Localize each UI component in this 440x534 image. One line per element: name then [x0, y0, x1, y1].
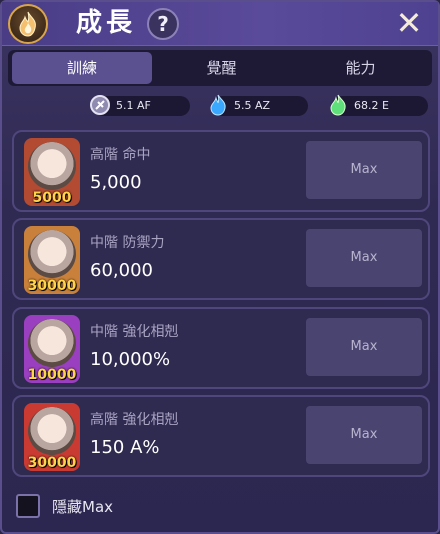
- upgrade-value: 10,000%: [90, 349, 171, 370]
- tab-ability[interactable]: 能力: [291, 52, 430, 84]
- blue-flame-icon: [206, 92, 230, 118]
- growth-flame-icon: [8, 4, 48, 44]
- character-portrait: 30000: [24, 403, 80, 471]
- max-button[interactable]: Max: [306, 229, 422, 287]
- upgrade-name: 高階 命中: [90, 147, 151, 163]
- upgrade-cost: 30000: [27, 278, 77, 294]
- page-title: 成長: [76, 8, 137, 38]
- upgrade-cost: 30000: [27, 455, 77, 471]
- upgrade-value: 60,000: [90, 260, 153, 281]
- upgrade-card-mid-defense: 30000 中階 防禦力 60,000 Max: [12, 218, 430, 300]
- character-face-icon: [28, 230, 76, 278]
- currency-green-flame: 68.2 E: [330, 94, 428, 116]
- growth-panel: 成長 ? ✕ 訓練 覺醒 能力 5.1 AF 5.5 AZ 68.2 E 500…: [0, 0, 440, 534]
- tab-awakening[interactable]: 覺醒: [152, 52, 291, 84]
- tab-bar: 訓練 覺醒 能力: [8, 50, 432, 86]
- max-button[interactable]: Max: [306, 318, 422, 376]
- upgrade-cost: 10000: [27, 367, 77, 383]
- upgrade-name: 高階 強化相剋: [90, 412, 179, 428]
- upgrade-value: 150 A%: [90, 437, 160, 458]
- character-portrait: 30000: [24, 226, 80, 294]
- currency-blue-flame: 5.5 AZ: [210, 94, 308, 116]
- upgrade-name: 中階 強化相剋: [90, 324, 179, 340]
- max-button[interactable]: Max: [306, 141, 422, 199]
- upgrade-cost: 5000: [32, 190, 72, 206]
- max-button[interactable]: Max: [306, 406, 422, 464]
- green-flame-icon: [326, 92, 350, 118]
- upgrade-card-high-enhance: 30000 高階 強化相剋 150 A% Max: [12, 395, 430, 477]
- hide-max-checkbox[interactable]: [16, 494, 40, 518]
- upgrade-name: 中階 防禦力: [90, 235, 165, 251]
- character-portrait: 5000: [24, 138, 80, 206]
- character-face-icon: [28, 407, 76, 455]
- upgrade-value: 5,000: [90, 172, 142, 193]
- upgrade-card-mid-enhance: 10000 中階 強化相剋 10,000% Max: [12, 307, 430, 389]
- currency-blue-flame-value: 5.5 AZ: [234, 99, 271, 112]
- upgrade-card-high-accuracy: 5000 高階 命中 5,000 Max: [12, 130, 430, 212]
- hide-max-label: 隱藏Max: [52, 498, 114, 516]
- character-portrait: 10000: [24, 315, 80, 383]
- character-face-icon: [28, 142, 76, 190]
- character-face-icon: [28, 319, 76, 367]
- currency-row: 5.1 AF 5.5 AZ 68.2 E: [2, 94, 438, 118]
- footer-bar: 隱藏Max: [2, 486, 438, 532]
- gear-coin-icon: [88, 92, 112, 118]
- close-button[interactable]: ✕: [392, 6, 426, 40]
- currency-green-flame-value: 68.2 E: [354, 99, 389, 112]
- tab-training[interactable]: 訓練: [12, 52, 152, 84]
- currency-gear-value: 5.1 AF: [116, 99, 151, 112]
- panel-header: 成長 ? ✕: [2, 2, 438, 46]
- currency-gear: 5.1 AF: [90, 95, 190, 116]
- help-button[interactable]: ?: [147, 8, 179, 40]
